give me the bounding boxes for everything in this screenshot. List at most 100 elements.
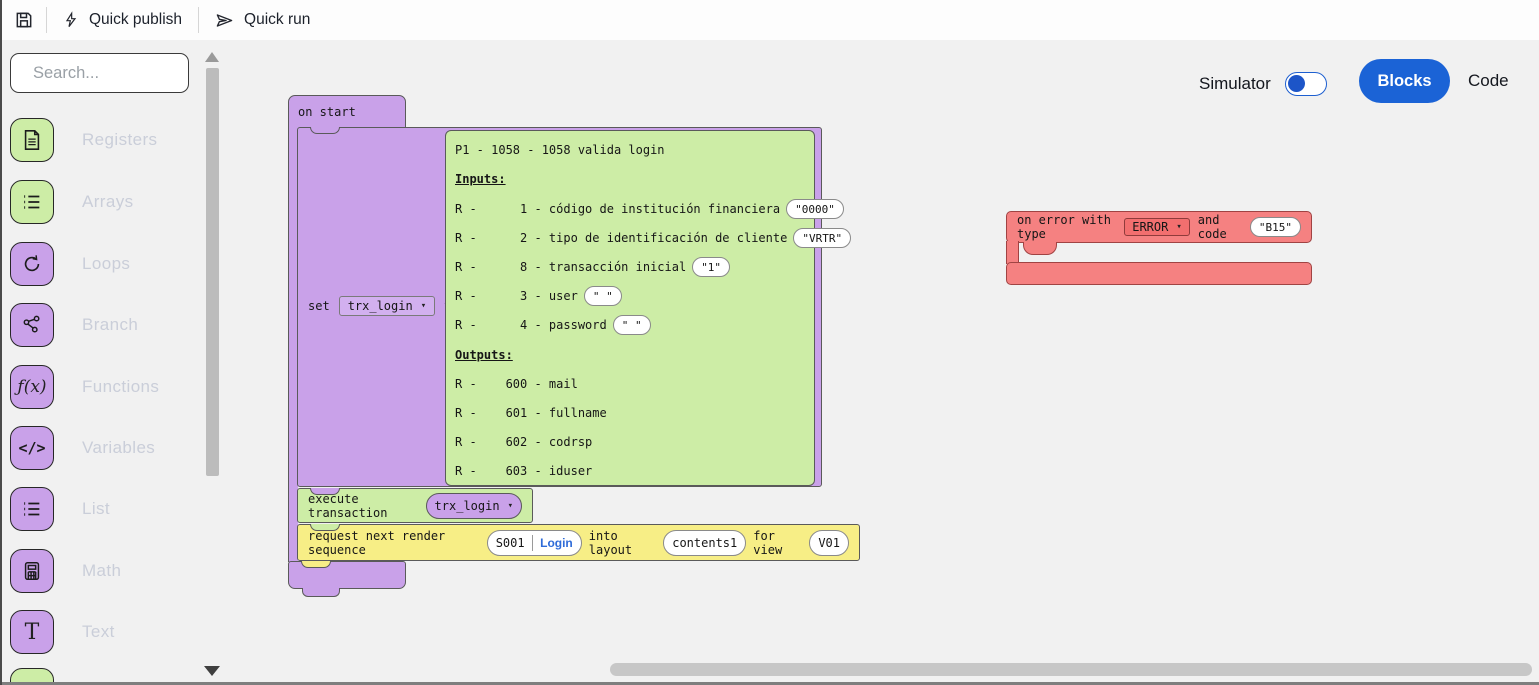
- sidebar-item-label: Branch: [82, 315, 138, 335]
- variable-dropdown-value: trx_login: [348, 299, 413, 313]
- into-layout-label: into layout: [589, 529, 656, 557]
- math-icon: [10, 549, 54, 593]
- sidebar-item-branch[interactable]: Branch: [10, 303, 200, 347]
- transaction-dropdown[interactable]: trx_login ▾: [426, 493, 522, 519]
- simulator-label: Simulator: [1199, 74, 1271, 94]
- sequence-code: S001: [496, 536, 525, 550]
- sidebar-item-label: Math: [82, 561, 121, 581]
- input-row: R - 4 - password " ": [455, 314, 651, 336]
- quick-run-label: Quick run: [244, 11, 310, 29]
- input-row-text: R - 1 - código de institución financiera: [455, 202, 780, 216]
- sidebar-item-list[interactable]: List: [10, 487, 200, 531]
- error-code-pill[interactable]: "B15": [1250, 217, 1301, 237]
- arrays-icon: [10, 180, 54, 224]
- branch-icon: [10, 303, 54, 347]
- transaction-descriptor-block[interactable]: P1 - 1058 - 1058 valida login Inputs: R …: [445, 130, 815, 486]
- input-value-pill[interactable]: "VRTR": [793, 228, 851, 248]
- error-type-dropdown[interactable]: ERROR ▾: [1124, 218, 1190, 236]
- sidebar-item-math[interactable]: Math: [10, 549, 200, 593]
- registers-icon: [10, 118, 54, 162]
- top-toolbar: Quick publish Quick run: [2, 0, 1539, 40]
- lightning-icon: [63, 11, 79, 29]
- input-value-pill[interactable]: "1": [692, 257, 730, 277]
- app-window: Quick publish Quick run Registers Arrays: [0, 0, 1539, 685]
- on-start-label: on start: [298, 105, 356, 119]
- block-notch: [310, 127, 340, 134]
- quick-publish-button[interactable]: Quick publish: [47, 0, 198, 40]
- render-sequence-block[interactable]: request next render sequence S001 Login …: [297, 524, 860, 561]
- block-notch: [301, 561, 331, 568]
- horizontal-scrollbar-thumb[interactable]: [610, 663, 1532, 676]
- on-start-block-header[interactable]: on start: [288, 95, 406, 129]
- on-error-slot-notch: [1023, 242, 1057, 255]
- output-row: R - 602 - codrsp: [455, 431, 592, 453]
- sidebar-item-label: Registers: [82, 130, 157, 150]
- on-error-label: on error with type: [1017, 213, 1116, 241]
- sidebar-item-arrays[interactable]: Arrays: [10, 180, 200, 224]
- chevron-down-icon: ▾: [508, 501, 513, 511]
- variable-dropdown[interactable]: trx_login ▾: [339, 296, 435, 316]
- search-box: [10, 53, 189, 93]
- on-start-bottom-tab: [302, 588, 340, 597]
- input-value-pill[interactable]: " ": [613, 315, 651, 335]
- output-row-text: R - 603 - iduser: [455, 464, 592, 478]
- chevron-down-icon: ▾: [1176, 222, 1181, 232]
- render-sequence-label: request next render sequence: [308, 529, 480, 557]
- sidebar-item-label: Variables: [82, 438, 155, 458]
- execute-transaction-label: execute transaction: [308, 492, 419, 520]
- execute-transaction-block[interactable]: execute transaction trx_login ▾: [297, 488, 533, 523]
- sidebar-item-label: List: [82, 499, 110, 519]
- quick-run-button[interactable]: Quick run: [199, 0, 326, 40]
- chevron-down-icon: ▾: [421, 301, 426, 311]
- sequence-name: Login: [540, 536, 573, 550]
- blocks-tab-button[interactable]: Blocks: [1359, 59, 1450, 103]
- output-row-text: R - 600 - mail: [455, 377, 578, 391]
- on-start-block-footer[interactable]: [288, 561, 406, 589]
- inputs-heading: Inputs:: [455, 172, 506, 186]
- and-code-label: and code: [1198, 213, 1242, 241]
- input-row-text: R - 3 - user: [455, 289, 578, 303]
- sequence-pill[interactable]: S001 Login: [487, 530, 582, 556]
- on-error-block-footer[interactable]: [1006, 262, 1312, 285]
- loops-icon: [10, 242, 54, 286]
- sidebar-item-registers[interactable]: Registers: [10, 118, 200, 162]
- input-row-text: R - 2 - tipo de identificación de client…: [455, 231, 787, 245]
- input-value-pill[interactable]: " ": [584, 286, 622, 306]
- sidebar-item-functions[interactable]: ƒ(x) Functions: [10, 365, 200, 409]
- sidebar-item-text[interactable]: T Text: [10, 610, 200, 654]
- sidebar-item-label: Text: [82, 622, 115, 642]
- view-pill[interactable]: V01: [809, 530, 849, 556]
- sidebar-item-label: Arrays: [82, 192, 134, 212]
- flyout-scroll-down-arrow[interactable]: [204, 666, 220, 676]
- input-row: R - 1 - código de institución financiera…: [455, 198, 844, 220]
- flyout-scroll-up-arrow[interactable]: [205, 52, 219, 62]
- output-row: R - 600 - mail: [455, 373, 578, 395]
- block-notch: [310, 524, 340, 531]
- input-value-pill[interactable]: "0000": [786, 199, 844, 219]
- output-row: R - 601 - fullname: [455, 402, 607, 424]
- paper-plane-icon: [215, 11, 234, 30]
- sidebar-item-loops[interactable]: Loops: [10, 242, 200, 286]
- code-tab-button[interactable]: Code: [1468, 71, 1509, 91]
- block-notch: [310, 488, 340, 495]
- pill-divider: [532, 535, 534, 551]
- functions-icon: ƒ(x): [10, 365, 54, 409]
- save-button[interactable]: [2, 0, 46, 40]
- search-input[interactable]: [33, 64, 253, 83]
- input-row: R - 3 - user " ": [455, 285, 622, 307]
- variables-icon: </>: [10, 426, 54, 470]
- set-label: set: [308, 299, 330, 313]
- input-row-text: R - 8 - transacción inicial: [455, 260, 686, 274]
- input-row-text: R - 4 - password: [455, 318, 607, 332]
- input-row: R - 8 - transacción inicial "1": [455, 256, 730, 278]
- layout-pill[interactable]: contents1: [663, 530, 746, 556]
- input-row: R - 2 - tipo de identificación de client…: [455, 227, 851, 249]
- output-row-text: R - 601 - fullname: [455, 406, 607, 420]
- toggle-knob: [1288, 75, 1305, 92]
- sidebar-item-variables[interactable]: </> Variables: [10, 426, 200, 470]
- on-error-block-spine: [1006, 241, 1019, 264]
- flyout-scrollbar-thumb[interactable]: [206, 68, 219, 476]
- on-error-block-header[interactable]: on error with type ERROR ▾ and code "B15…: [1006, 211, 1312, 243]
- simulator-toggle[interactable]: [1285, 72, 1327, 96]
- sidebar-item-label: Loops: [82, 254, 130, 274]
